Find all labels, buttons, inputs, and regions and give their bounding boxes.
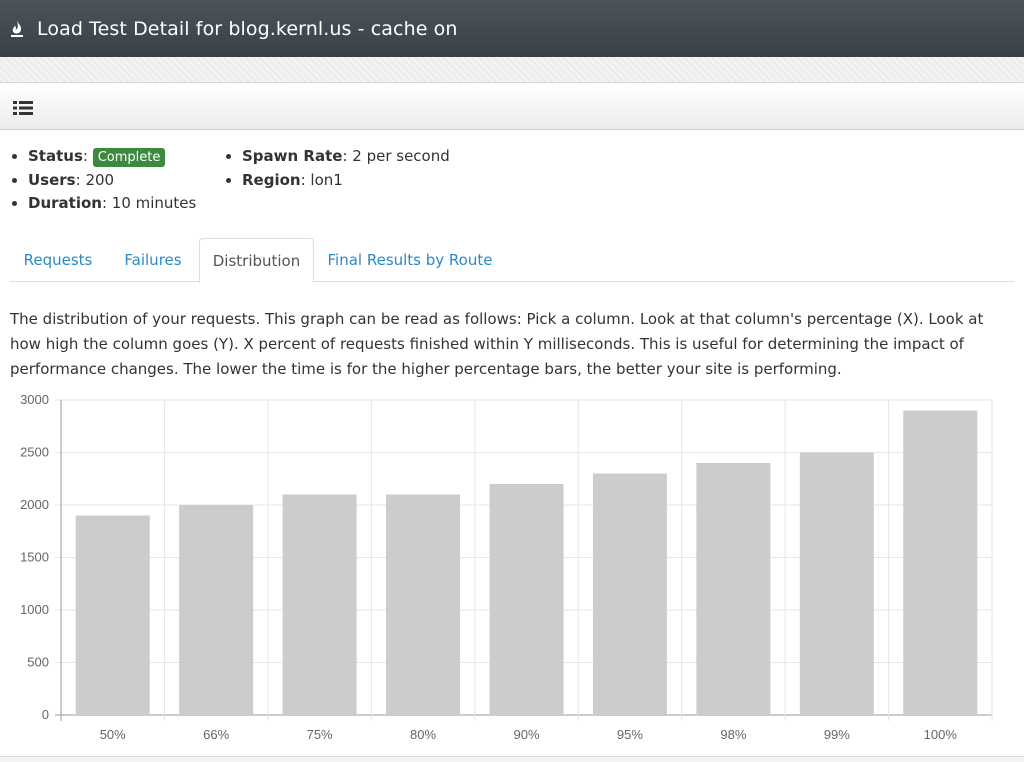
status-badge: Complete: [92, 148, 166, 167]
tab-bar: Requests Failures Distribution Final Res…: [10, 238, 1014, 283]
title-bar: Load Test Detail for blog.kernl.us - cac…: [0, 0, 1024, 57]
spawn-rate-label: Spawn Rate: [242, 147, 343, 165]
x-tick-label: 50%: [100, 727, 126, 742]
users-item: Users: 200: [28, 169, 196, 193]
page-title: Load Test Detail for blog.kernl.us - cac…: [37, 17, 458, 40]
distribution-description: The distribution of your requests. This …: [10, 310, 984, 378]
tab-failures[interactable]: Failures: [110, 238, 196, 282]
users-label: Users: [28, 170, 76, 189]
x-tick-label: 98%: [720, 727, 746, 742]
x-tick-label: 99%: [824, 727, 850, 742]
x-tick-label: 95%: [617, 727, 643, 742]
distribution-chart: 0 500 1000 1500 2000 2500 3000 50% 66% 75% 80% 90% 9…: [20, 392, 993, 742]
test-info-left: Status: Complete Users: 200 Duration: 10…: [8, 145, 196, 216]
region-label: Region: [242, 170, 301, 189]
duration-label: Duration: [28, 194, 102, 212]
header-spacer: [0, 57, 1024, 82]
y-tick-label: 1500: [20, 550, 49, 565]
toolbar: [0, 82, 1024, 130]
bar: [75, 515, 150, 715]
y-tick-label: 1000: [20, 602, 49, 617]
tab-distribution[interactable]: Distribution: [199, 238, 314, 283]
bar: [282, 494, 357, 715]
bar: [799, 452, 874, 715]
duration-value: 10 minutes: [111, 194, 197, 212]
test-info-right: Spawn Rate: 2 per second Region: lon1: [222, 145, 450, 192]
y-tick-label: 0: [42, 707, 49, 722]
x-tick-label: 80%: [410, 727, 436, 742]
bar: [592, 473, 667, 715]
status-label: Status: [28, 147, 83, 165]
duration-item: Duration: 10 minutes: [28, 192, 196, 216]
list-icon[interactable]: [13, 100, 33, 115]
spawn-rate-value: 2 per second: [352, 147, 450, 165]
bottom-border: [0, 756, 1024, 762]
flame-icon: [10, 20, 26, 38]
y-tick-label: 500: [27, 655, 49, 670]
x-tick-label: 90%: [513, 727, 539, 742]
y-tick-label: 2000: [20, 497, 49, 512]
bar: [489, 484, 564, 715]
x-tick-label: 75%: [307, 727, 333, 742]
region-value: lon1: [310, 170, 343, 189]
x-tick-label: 100%: [924, 727, 958, 742]
tab-requests[interactable]: Requests: [10, 238, 106, 282]
y-tick-label: 2500: [20, 445, 49, 460]
y-tick-label: 3000: [20, 392, 49, 407]
bar: [903, 410, 978, 715]
x-tick-label: 66%: [203, 727, 229, 742]
users-value: 200: [85, 170, 115, 189]
bar: [696, 463, 771, 715]
tab-final-results-by-route[interactable]: Final Results by Route: [318, 238, 502, 282]
bar: [179, 505, 254, 715]
bar: [386, 494, 461, 715]
spawn-rate-item: Spawn Rate: 2 per second: [242, 145, 450, 169]
status-item: Status: Complete: [28, 145, 196, 169]
region-item: Region: lon1: [242, 169, 450, 193]
